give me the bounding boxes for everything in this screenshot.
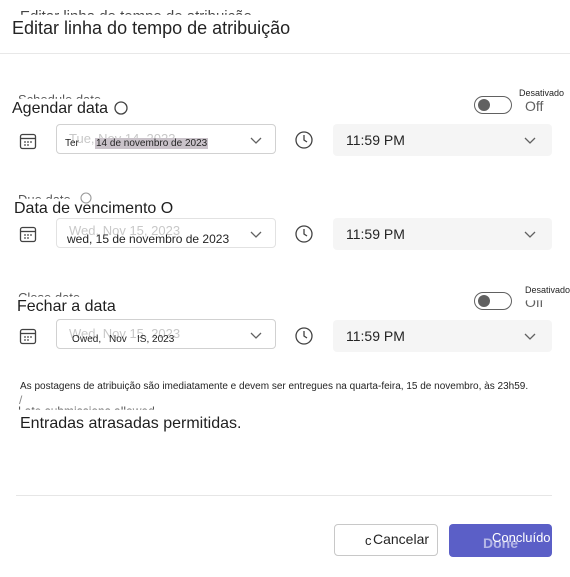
info-icon[interactable]: O: [161, 200, 173, 217]
close-date-part-3: Nov: [109, 334, 127, 345]
clock-icon: [295, 131, 313, 149]
close-label: Fechar a data: [17, 298, 116, 315]
toggle-knob: [478, 98, 490, 111]
schedule-time-picker[interactable]: 11:59 PM: [333, 124, 552, 156]
calendar-icon: [19, 226, 37, 243]
assignment-note: As postagens de atribuição são imediatam…: [20, 381, 529, 392]
schedule-date-value: 14 de novembro de 2023: [95, 138, 209, 149]
schedule-time-value: 11:59 PM: [346, 132, 405, 148]
close-date-picker[interactable]: Wed, Nov 15, 2023 O wed, Nov IS, 2023: [56, 319, 276, 349]
close-date-part-4: IS, 2023: [137, 334, 175, 345]
chevron-down-icon: [524, 231, 536, 238]
late-submissions-label: Entradas atrasadas permitidas.: [20, 415, 242, 432]
close-time-picker[interactable]: 11:59 PM: [333, 320, 552, 352]
chevron-down-icon: [250, 231, 262, 238]
footer-divider: [16, 495, 552, 496]
cancel-label: Cancelar: [373, 531, 430, 547]
clock-icon: [295, 225, 313, 243]
close-time-value: 11:59 PM: [346, 328, 405, 344]
schedule-date-picker[interactable]: Tue, Nov 14, 2023 Ter 14 de novembro de …: [56, 124, 276, 154]
close-date-part-1: O: [72, 334, 80, 345]
calendar-icon: [19, 328, 37, 345]
calendar-icon: [19, 133, 37, 150]
title-divider: [0, 53, 570, 54]
due-time-value: 11:59 PM: [346, 226, 405, 242]
chevron-down-icon: [250, 332, 262, 339]
schedule-toggle-text: Off: [525, 98, 544, 114]
schedule-label: Agendar data: [12, 100, 109, 117]
due-date-value: wed, 15 de novembro de 2023: [67, 232, 230, 246]
schedule-toggle[interactable]: [474, 96, 512, 114]
done-label: Concluído: [492, 530, 551, 545]
cancel-marker: c: [365, 533, 372, 548]
info-icon[interactable]: [114, 101, 128, 115]
due-date-picker[interactable]: Wed, Nov 15, 2023 wed, 15 de novembro de…: [56, 218, 276, 248]
schedule-toggle-state-label: Desativado: [519, 88, 565, 98]
dialog-title: Editar linha do tempo de atribuição: [12, 18, 291, 38]
cancel-button[interactable]: c Cancelar: [334, 524, 438, 556]
chevron-down-icon: [524, 137, 536, 144]
due-label: Data de vencimento O: [14, 200, 174, 217]
close-toggle[interactable]: [474, 292, 512, 310]
close-toggle-state-label: Desativado: [525, 285, 570, 295]
schedule-date-prefix: Ter: [65, 138, 79, 149]
clock-icon: [295, 327, 313, 345]
close-date-part-2: wed,: [80, 334, 102, 345]
chevron-down-icon: [524, 333, 536, 340]
due-time-picker[interactable]: 11:59 PM: [333, 218, 552, 250]
done-button[interactable]: Done Concluído: [449, 524, 552, 557]
close-toggle-text: Off: [525, 294, 544, 310]
chevron-down-icon: [250, 137, 262, 144]
toggle-knob: [478, 294, 490, 307]
